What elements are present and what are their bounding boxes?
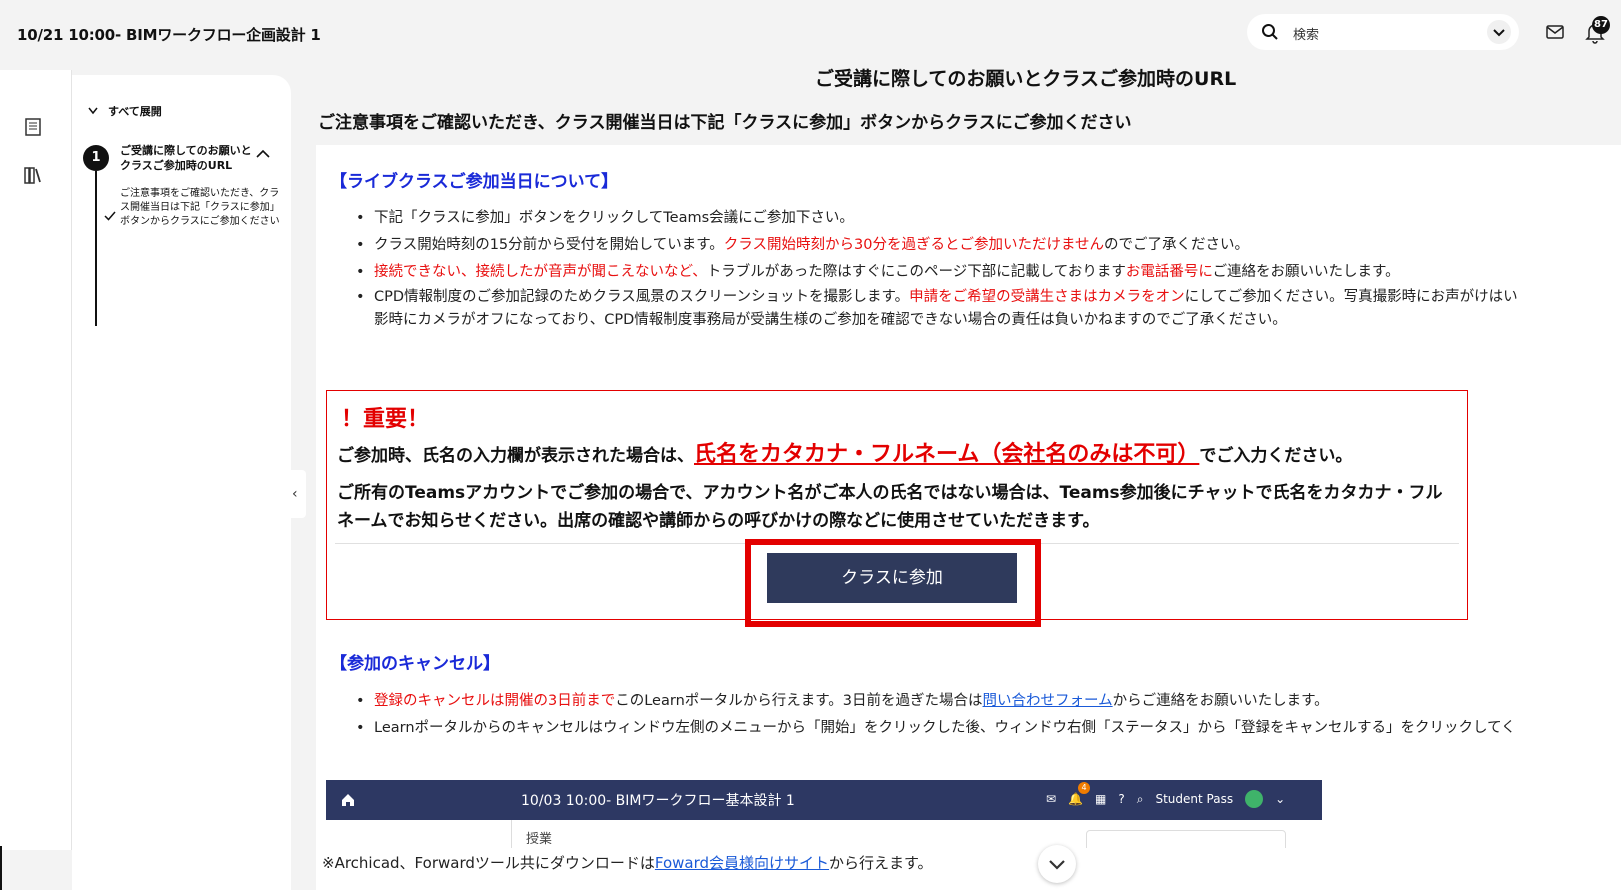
avatar [1245, 790, 1264, 808]
list-item-text: のでご了承ください。 [1104, 237, 1250, 253]
list-item-warning: クラス開始時刻から30分を過ぎるとご参加いただけません [723, 237, 1105, 253]
list-item-warning: お電話番号に [1125, 264, 1213, 280]
list-item-text: にしてご参加ください。写真撮影時にお声がけはい [1184, 289, 1518, 305]
notification-badge: 87 [1592, 16, 1610, 34]
search-icon: ⌕ [1136, 791, 1144, 806]
list-item: 接続できない、接続したが音声が聞こえないなど、トラブルがあった際はすぐにこのペー… [356, 259, 1621, 286]
library-icon[interactable] [22, 164, 44, 186]
important-emphasis: 氏名をカタカナ・フルネーム（会社名のみは不可） [694, 442, 1200, 467]
mail-icon[interactable] [1545, 22, 1565, 42]
bottom-note: ※Archicad、Forwardツール共にダウンロードはFoward会員様向け… [316, 848, 1621, 890]
search-icon [1262, 24, 1278, 40]
chevron-left-icon: ‹ [292, 486, 298, 502]
mail-icon: ✉ [1046, 792, 1057, 806]
calendar-icon: ▦ [1095, 792, 1107, 806]
join-class-button[interactable]: クラスに参加 [767, 553, 1017, 603]
rail-accent [0, 846, 2, 890]
chevron-down-icon [1049, 860, 1065, 870]
outline-step-title[interactable]: ご受講に際してのお願いとクラスご参加時のURL [120, 143, 260, 173]
contact-form-link[interactable]: 問い合わせフォーム [983, 693, 1113, 709]
list-item-text: ご連絡をお願いいたします。 [1212, 264, 1400, 280]
embedded-sub-label: 授業 [526, 832, 553, 847]
embedded-badge: 4 [1078, 782, 1090, 794]
embedded-user: Student Pass [1155, 792, 1234, 806]
list-item-text: CPD情報制度のご参加記録のためクラス風景のスクリーンショットを撮影します。 [374, 289, 910, 305]
important-title: ！重要！ [341, 407, 430, 432]
expand-all-button[interactable]: すべて展開 [88, 103, 162, 119]
list-item: CPD情報制度のご参加記録のためクラス風景のスクリーンショットを撮影します。申請… [356, 286, 1621, 332]
important-line-1: ご参加時、氏名の入力欄が表示された場合は、氏名をカタカナ・フルネーム（会社名のみ… [337, 436, 1352, 468]
collapse-sidebar-button[interactable]: ‹ [288, 470, 306, 518]
notebook-icon[interactable] [22, 116, 44, 138]
step-number-badge: 1 [83, 145, 109, 171]
list-item-text: からご連絡をお願いいたします。 [1112, 693, 1329, 709]
chevron-up-icon[interactable] [256, 149, 270, 159]
bell-icon: 🔔 [1068, 792, 1084, 806]
list-item-text: 下記「クラスに参加」ボタンをクリックしてTeams会議にご参加下さい。 [374, 210, 854, 226]
note-text: から行えます。 [829, 854, 933, 872]
page-subtitle: ご注意事項をご確認いただき、クラス開催当日は下記「クラスに参加」ボタンからクラス… [318, 113, 1132, 133]
course-title: 10/21 10:00- BIMワークフロー企画設計 1 [17, 26, 321, 44]
step-progress-line [95, 171, 97, 326]
list-item-text: クラス開始時刻の15分前から受付を開始しています。 [374, 237, 724, 253]
important-text: でご入力ください。 [1199, 446, 1353, 466]
course-outline: すべて展開 1 ご受講に際してのお願いとクラスご参加時のURL ご注意事項をご確… [72, 75, 291, 890]
list-item: 下記「クラスに参加」ボタンをクリックしてTeams会議にご参加下さい。 [356, 205, 1621, 232]
scroll-down-button[interactable] [1038, 845, 1076, 883]
content-panel: 【ライブクラスご参加当日について】 下記「クラスに参加」ボタンをクリックしてTe… [316, 145, 1621, 890]
list-item-text: 影時にカメラがオフになっており、CPD情報制度事務局が受講生様のご参加を確認でき… [374, 312, 1287, 328]
note-text: ※Archicad、Forwardツール共にダウンロードは [322, 854, 655, 872]
help-icon: ? [1118, 792, 1125, 806]
chevron-down-icon: ⌄ [1275, 792, 1286, 806]
check-icon [104, 211, 116, 221]
list-item: 登録のキャンセルは開催の3日前までこのLearnポータルから行えます。3日前を過… [356, 688, 1621, 715]
list-item-text: トラブルがあった際はすぐにこのページ下部に記載しております [706, 264, 1126, 280]
cancel-list: 登録のキャンセルは開催の3日前までこのLearnポータルから行えます。3日前を過… [356, 688, 1621, 742]
list-item: Learnポータルからのキャンセルはウィンドウ左側のメニューから「開始」をクリッ… [356, 715, 1621, 742]
important-line-2: ご所有のTeamsアカウントでご参加の場合で、アカウント名がご本人の氏名ではない… [337, 483, 1443, 531]
live-class-list: 下記「クラスに参加」ボタンをクリックしてTeams会議にご参加下さい。 クラス開… [356, 205, 1621, 332]
live-class-heading: 【ライブクラスご参加当日について】 [330, 172, 619, 192]
list-item-text: このLearnポータルから行えます。3日前を過ぎた場合は [615, 693, 983, 709]
embedded-navbar: 10/03 10:00- BIMワークフロー基本設計 1 ✉ 🔔 ▦ ? ⌕ S… [326, 780, 1322, 820]
list-item-warning: 登録のキャンセルは開催の3日前まで [374, 693, 616, 709]
chevron-down-icon [1493, 29, 1505, 37]
search-input[interactable]: 検索 [1293, 24, 1319, 43]
home-icon [342, 794, 354, 806]
list-item-warning: 申請をご希望の受講生さまはカメラをオン [909, 289, 1185, 305]
list-item-text: Learnポータルからのキャンセルはウィンドウ左側のメニューから「開始」をクリッ… [374, 720, 1516, 736]
important-notice-box: ！重要！ ご参加時、氏名の入力欄が表示された場合は、氏名をカタカナ・フルネーム（… [326, 390, 1468, 627]
search-box[interactable]: 検索 [1247, 14, 1519, 50]
page-title: ご受講に際してのお願いとクラスご参加時のURL [815, 68, 1237, 90]
list-item: クラス開始時刻の15分前から受付を開始しています。クラス開始時刻から30分を過ぎ… [356, 232, 1621, 259]
expand-all-label: すべて展開 [108, 105, 162, 118]
cancel-heading: 【参加のキャンセル】 [330, 654, 500, 674]
left-rail [0, 70, 72, 850]
member-site-link[interactable]: Foward会員様向けサイト [655, 854, 829, 872]
top-bar: 10/21 10:00- BIMワークフロー企画設計 1 検索 87 [0, 0, 1621, 70]
chevron-down-icon [88, 107, 98, 115]
list-item-warning: 接続できない、接続したが音声が聞こえないなど、 [374, 264, 707, 280]
embedded-title: 10/03 10:00- BIMワークフロー基本設計 1 [521, 793, 795, 809]
search-dropdown-button[interactable] [1487, 20, 1511, 44]
important-text: ご参加時、氏名の入力欄が表示された場合は、 [337, 446, 694, 466]
outline-sub-item[interactable]: ご注意事項をご確認いただき、クラス開催当日は下記「クラスに参加」ボタンからクラス… [120, 187, 280, 229]
download-note: ※Archicad、Forwardツール共にダウンロードはFoward会員様向け… [322, 852, 933, 873]
